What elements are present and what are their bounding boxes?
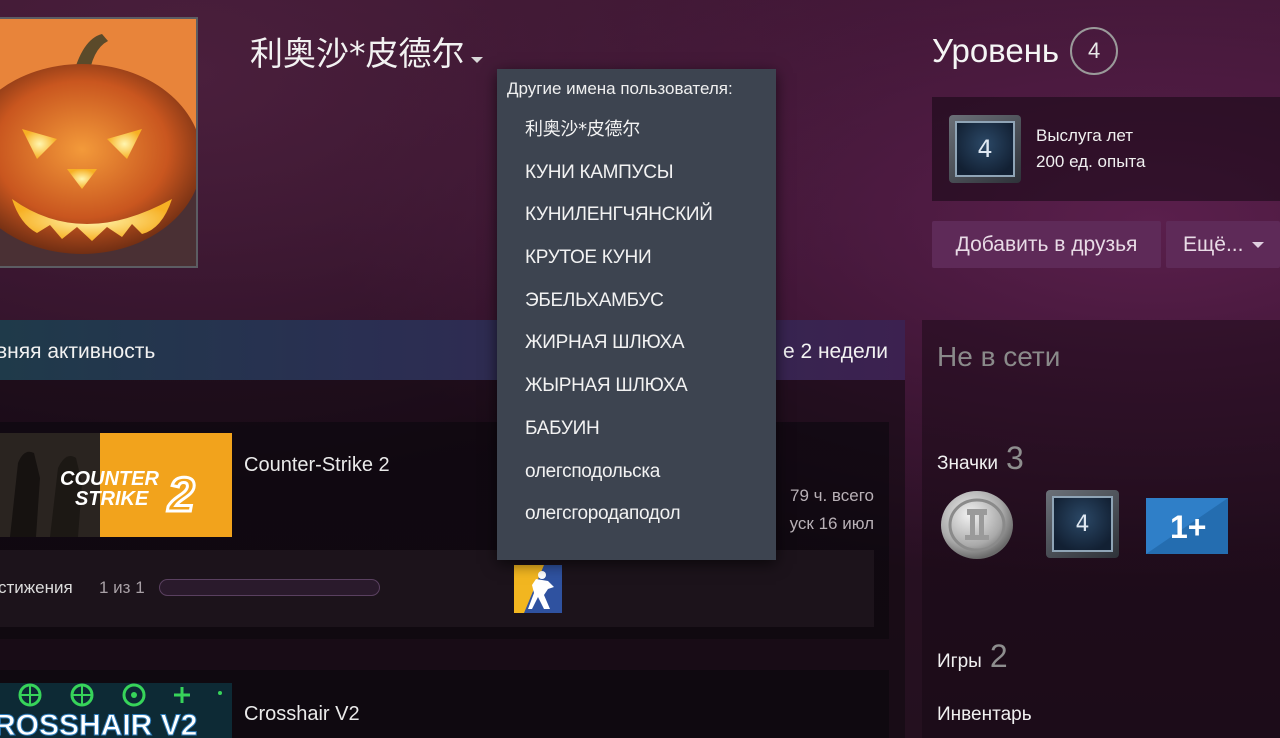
game-capsule-counter-strike[interactable]: COUNTER STRIKE 2 [0,433,232,537]
games-count: 2 [989,638,1008,674]
chevron-down-icon [470,57,483,63]
persona-name-toggle[interactable]: 利奥沙*皮德尔 [250,27,483,75]
more-actions-label: Ещё... [1183,232,1244,256]
svg-text:STRIKE: STRIKE [75,488,149,510]
svg-text:ROSSHAIR V2: ROSSHAIR V2 [0,709,197,738]
years-of-service-icon: 4 [949,115,1021,183]
featured-badge-title: Выслуга лет [1036,126,1134,145]
game-hours: 79 ч. всего [789,486,874,505]
level-display: Уровень 4 [932,27,1119,75]
one-plus-badge-icon[interactable]: 1+ [1146,498,1228,554]
svg-text:2: 2 [167,469,195,522]
badges-label: Значки [937,453,998,474]
aliases-heading: Другие имена пользователя: [507,79,733,98]
badges-count: 3 [1005,440,1024,476]
alias-item: олегсподольска [525,460,661,482]
recent-activity-period: е 2 недели [782,340,888,363]
chevron-down-icon [1252,241,1265,248]
persona-name: 利奥沙*皮德尔 [250,34,465,73]
alias-item: ЖИРНАЯ ШЛЮХА [525,332,685,354]
alias-item: ЭБЕЛЬХАМБУС [525,289,664,311]
recent-activity-title: вняя активность [0,340,156,363]
alias-item: олегсгородаподол [525,503,681,525]
games-link[interactable]: Игры 2 [937,638,1008,675]
game-name[interactable]: Crosshair V2 [244,703,360,726]
game-capsule-crosshair-v2[interactable]: ROSSHAIR V2 [0,683,232,738]
add-friend-button[interactable]: Добавить в друзья [932,221,1161,268]
alias-item: КРУТОЕ КУНИ [525,247,652,269]
svg-text:1+: 1+ [1170,509,1206,545]
achievement-icon[interactable] [514,565,562,613]
level-label: Уровень [932,32,1060,69]
featured-badge[interactable]: 4 Выслуга лет 200 ед. опыта [932,97,1280,201]
coin-badge-icon[interactable] [939,489,1015,561]
game-last-played: уск 16 июл [789,514,874,533]
alias-item: БАБУИН [525,417,600,439]
aliases-dropdown: Другие имена пользователя: 利奥沙*皮德尔 КУНИ … [497,69,776,560]
alias-item: КУНИ КАМПУСЫ [525,161,674,183]
alias-item: ЖЫРНАЯ ШЛЮХА [525,375,688,397]
more-actions-button[interactable]: Ещё... [1166,221,1280,268]
inventory-link[interactable]: Инвентарь [937,704,1032,726]
level-badge: 4 [1070,27,1119,75]
achievements-progress-bar [159,579,380,596]
game-name[interactable]: Counter-Strike 2 [244,454,390,477]
online-status: Не в сети [937,341,1061,372]
svg-text:COUNTER: COUNTER [60,468,159,490]
achievements-count: 1 из 1 [99,578,145,597]
alias-item: КУНИЛЕНГЧЯНСКИЙ [525,204,713,226]
alias-item: 利奥沙*皮德尔 [525,119,640,140]
years-of-service-badge-icon[interactable]: 4 [1046,490,1119,558]
achievements-label[interactable]: стижения [0,578,73,598]
featured-badge-xp: 200 ед. опыта [1036,152,1146,171]
profile-avatar [0,17,198,268]
games-label: Игры [937,651,982,672]
badges-link[interactable]: Значки 3 [937,440,1024,477]
